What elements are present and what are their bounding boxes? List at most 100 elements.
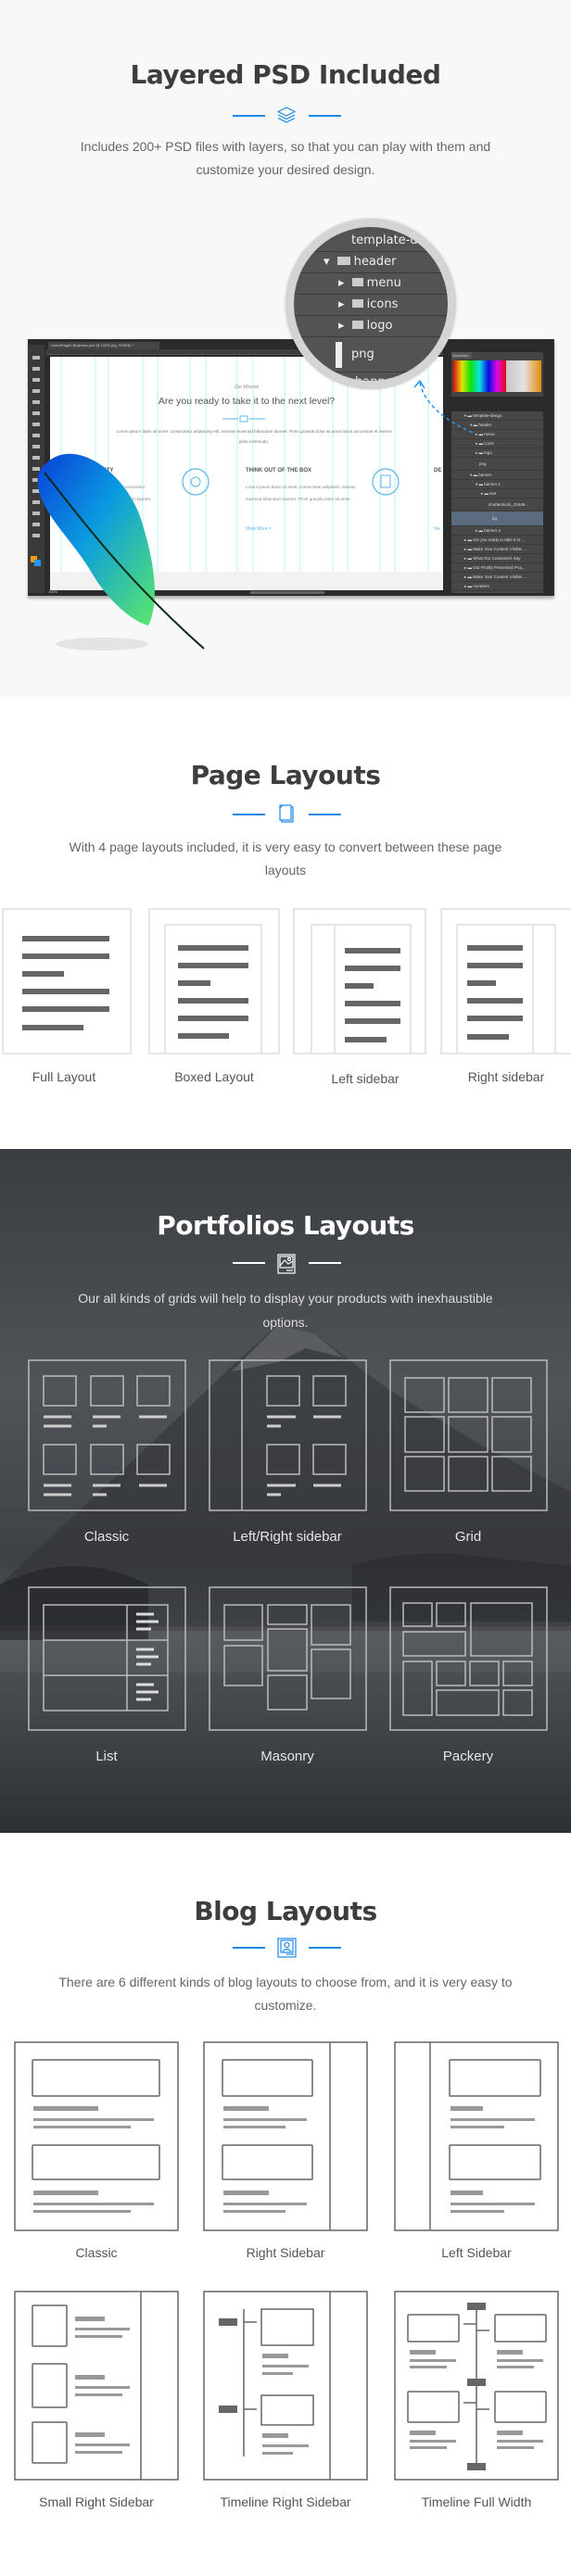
layer-row[interactable]: shutterstock_31649... [451,499,543,511]
layout-card-boxed[interactable] [148,908,280,1054]
document-tab[interactable]: HomePage2-Business.psd @ 100% (bg, RGB/8… [48,342,159,349]
layer-row[interactable]: ▾ ▬ banner [451,471,543,480]
section-description: With 4 page layouts included, it is very… [69,840,502,878]
layout-card-right-sidebar[interactable] [440,908,571,1054]
magnifier-row: ▸ logo [294,316,448,337]
dashed-arrow-icon [413,379,474,434]
magnifier-row: png [294,337,448,373]
right-sidebar-blog-illustration [203,2041,368,2231]
layer-row[interactable]: ▸ ▬ What Our Customers Say [451,554,543,563]
divider-line [309,115,341,117]
canvas-heading: Are you ready to take it to the next lev… [158,396,336,407]
blog-label: Left Sidebar [441,2245,512,2260]
packery-portfolio-illustration [389,1586,548,1731]
portfolio-label: Classic [83,1529,130,1545]
divider-line [233,1947,265,1949]
layer-row[interactable]: png [451,458,543,471]
portfolio-card-masonry[interactable] [209,1586,367,1731]
divider-line [233,1262,265,1264]
code-file-icon [372,468,400,496]
list-portfolio-illustration [28,1586,186,1731]
portfolio-label: Packery [442,1749,494,1764]
blog-label: Classic [75,2245,118,2260]
view-more-link[interactable]: View More > [246,526,272,532]
layer-row[interactable]: ▸ ▬ Make Your Content Visible ... [451,545,543,554]
portfolio-label: Left/Right sidebar [233,1529,342,1545]
layer-row[interactable]: ▸ ▬ numbers [451,582,543,591]
magnifier: template-dnngo ▾ header ▸ menu ▸ icons ▸… [286,219,456,389]
canvas-col-body: Lorem ipsum dolor sit amet, consectetur … [246,485,356,501]
layout-label: Boxed Layout [174,1069,254,1084]
feather-icon [37,453,205,650]
layers-icon [277,107,296,123]
magnifier-row: template-dnngo [294,231,448,252]
divider-line [233,814,265,815]
divider-line [233,115,265,117]
layer-row[interactable]: ▸ ▬ logo [451,448,543,458]
blog-card-timeline-right-sidebar[interactable] [203,2291,368,2481]
divider-line [309,1947,341,1949]
layout-card-full[interactable] [2,908,132,1054]
canvas-col-heading: DE [434,468,442,474]
layer-row[interactable]: ▸ ▬ text [451,489,543,499]
blog-label: Small Right Sidebar [39,2494,154,2509]
blog-card-timeline-full-width[interactable] [394,2291,559,2481]
portfolio-card-sidebar[interactable] [209,1359,367,1511]
blog-label: Timeline Full Width [421,2494,532,2509]
timeline-right-sidebar-illustration [203,2291,368,2481]
layout-label: Right sidebar [467,1069,545,1084]
blog-label: Right Sidebar [246,2245,325,2260]
left-sidebar-illustration [293,908,426,1054]
portfolio-layouts-section: Portfolios Layouts Our all kinds of grid… [0,1149,571,1833]
left-sidebar-blog-illustration [394,2041,559,2231]
image-icon [277,1254,296,1274]
masonry-portfolio-illustration [209,1586,367,1731]
blog-card-left-sidebar[interactable] [394,2041,559,2231]
swatches-tab[interactable]: Swatches [451,352,472,359]
section-title: Blog Layouts [194,1896,377,1926]
portfolio-card-grid[interactable] [389,1359,548,1511]
view-more-link[interactable]: Vie [434,526,440,532]
magnifier-row: ▸ menu [294,273,448,295]
magnifier-row: ▾ header [294,252,448,273]
layer-row[interactable]: ▸ ▬ Our Prodly Presented Proj... [451,563,543,573]
portfolio-card-packery[interactable] [389,1586,548,1731]
canvas-scrollbar[interactable] [250,591,324,594]
page-layouts-section: Page Layouts With 4 page layouts include… [0,697,571,1149]
classic-portfolio-illustration [28,1359,186,1511]
small-right-sidebar-illustration [14,2291,179,2481]
portfolio-label: List [95,1749,118,1764]
portfolio-label: Grid [454,1529,482,1545]
blog-label: Timeline Right Sidebar [220,2494,351,2509]
psd-section: Layered PSD Included Includes 200+ PSD f… [0,0,571,697]
portrait-icon [277,1938,297,1958]
layer-row[interactable]: ▸ ▬ Make Your Content Visible ... [451,573,543,582]
blog-card-small-right-sidebar[interactable] [14,2291,179,2481]
canvas-divider [222,415,265,423]
portfolio-card-list[interactable] [28,1586,186,1731]
timeline-full-width-illustration [394,2291,559,2481]
sidebar-portfolio-illustration [209,1359,367,1511]
section-description: Includes 200+ PSD files with layers, so … [80,139,491,177]
portfolio-label: Masonry [260,1749,314,1764]
blog-card-classic[interactable] [14,2041,179,2231]
layer-row[interactable]: ▸ ▬ icons [451,439,543,448]
full-layout-illustration [2,908,132,1054]
section-description: Our all kinds of grids will help to disp… [78,1291,493,1330]
section-title: Layered PSD Included [130,59,441,90]
canvas-col-heading: THINK OUT OF THE BOX [246,468,311,474]
divider-line [309,1262,341,1264]
section-title: Page Layouts [190,760,381,790]
layer-row-selected[interactable]: bg [451,511,543,526]
magnifier-row: ▸ icons [294,295,448,316]
layer-row[interactable]: ▾ ▬ banner 1 [451,480,543,489]
layer-row[interactable]: ▸ ▬ banner 2 [451,526,543,536]
layer-row[interactable]: ▸ ▬ Are you ready to take it to ... [451,536,543,545]
section-title: Portfolios Layouts [157,1210,414,1241]
section-description: There are 6 different kinds of blog layo… [58,1975,513,2013]
layout-card-left-sidebar[interactable] [293,908,426,1054]
portfolio-card-classic[interactable] [28,1359,186,1511]
classic-blog-illustration [14,2041,179,2231]
blog-card-right-sidebar[interactable] [203,2041,368,2231]
pages-icon [279,804,294,823]
